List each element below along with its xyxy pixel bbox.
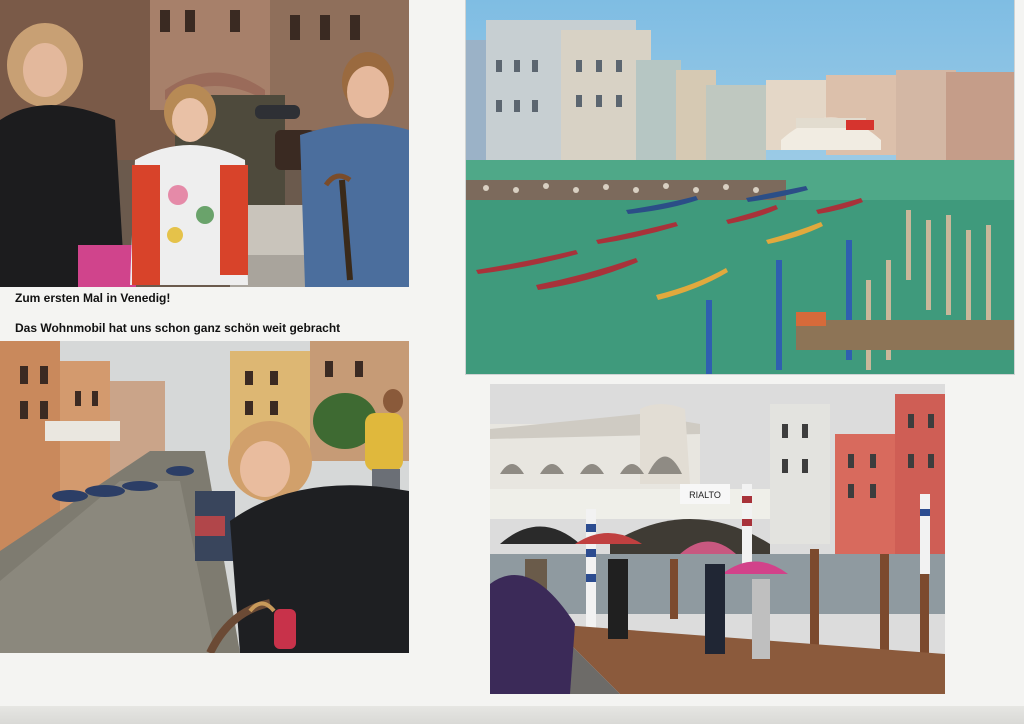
photo-woman-canal: [0, 341, 409, 653]
caption-camper: Das Wohnmobil hat uns schon ganz schön w…: [15, 321, 341, 335]
album-page-edge: [0, 706, 1024, 724]
photo-rialto-bridge-rain: RIALTO: [490, 384, 945, 694]
caption-first-time-venice: Zum ersten Mal in Venedig!: [15, 291, 171, 305]
rialto-sign: RIALTO: [689, 490, 721, 500]
photo-rialto-regatta: [465, 0, 1015, 375]
photo-family-canal: [0, 0, 409, 287]
